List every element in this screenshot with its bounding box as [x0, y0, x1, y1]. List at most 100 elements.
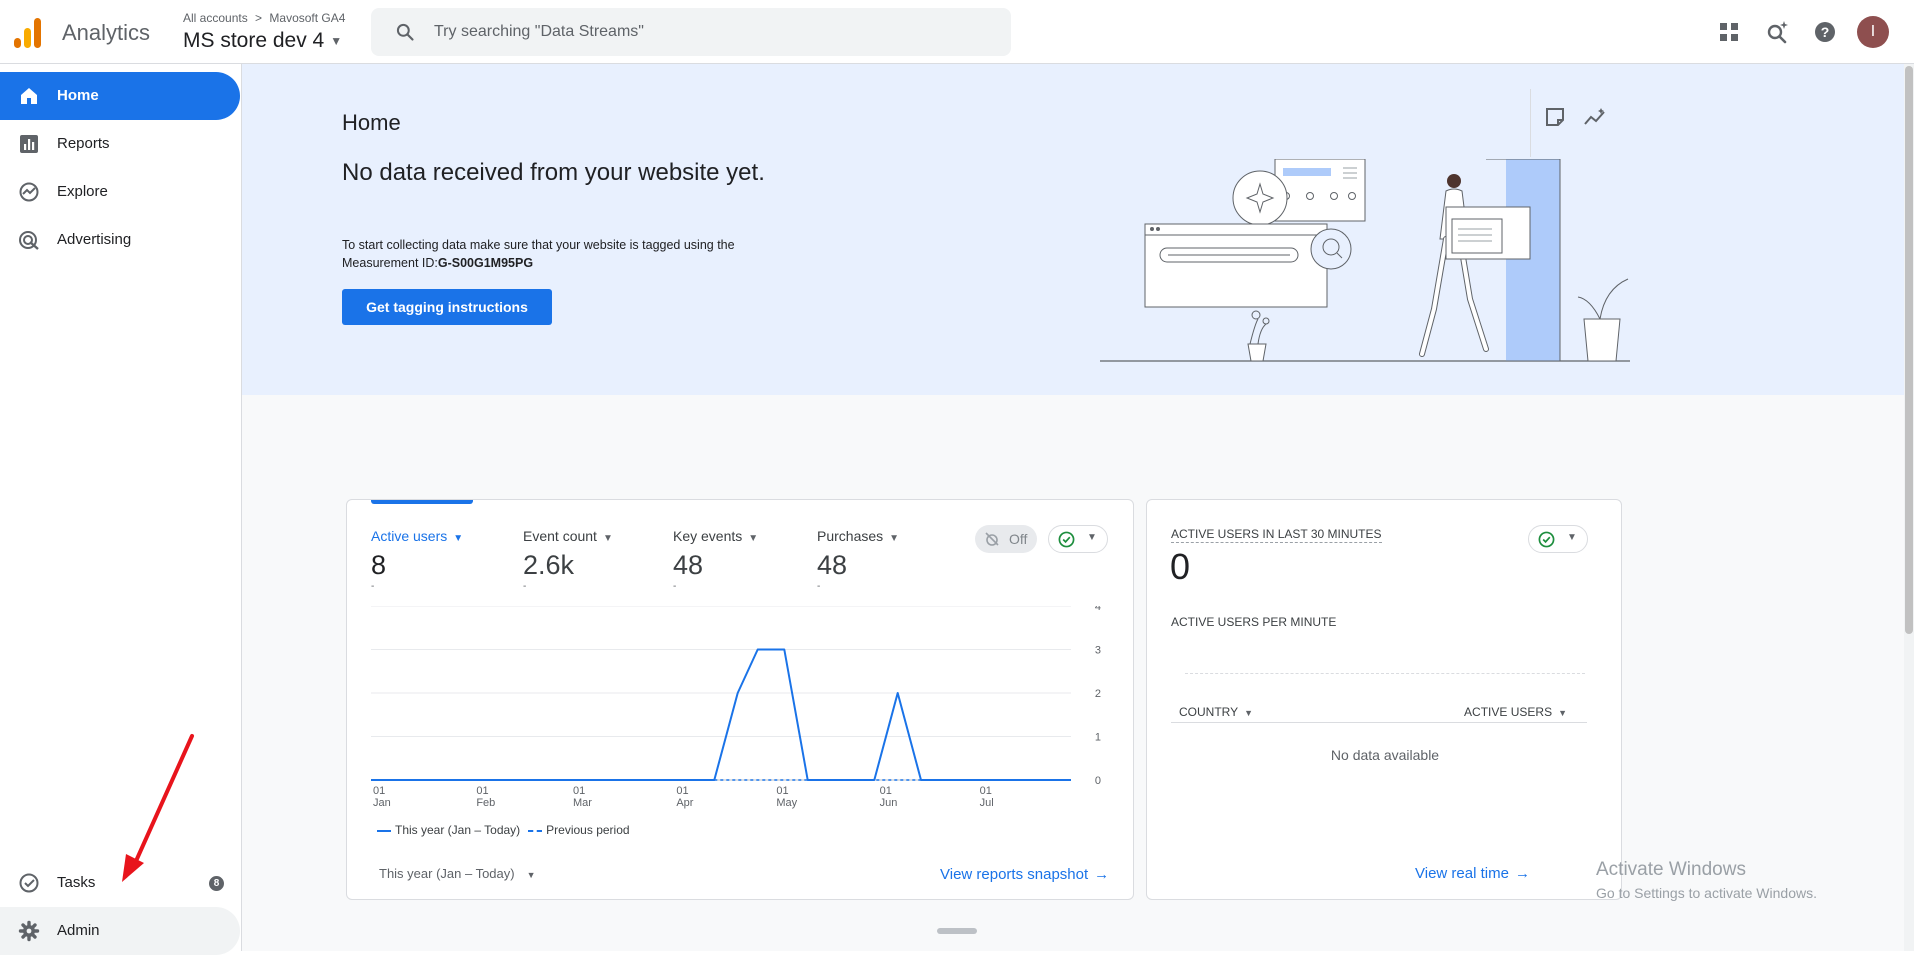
metric-tab-active-users[interactable]: Active users ▼ 8 - [371, 528, 463, 592]
analytics-logo[interactable] [14, 18, 42, 48]
banner-description-text: To start collecting data make sure that … [342, 238, 735, 270]
x-tick-label-month: Jun [880, 797, 898, 809]
sidebar-item-advertising[interactable]: Advertising [0, 216, 240, 264]
selected-tab-indicator [371, 500, 473, 504]
search-placeholder[interactable]: Try searching "Data Streams" [434, 23, 644, 41]
home-banner: Home No data received from your website … [242, 64, 1914, 395]
x-tick-label-month: May [776, 797, 797, 809]
metric-label: Active users [371, 528, 448, 544]
property-name: MS store dev 4 [183, 29, 325, 52]
sidebar-item-label: Home [57, 87, 99, 104]
realtime-title[interactable]: ACTIVE USERS IN LAST 30 MINUTES [1171, 527, 1382, 543]
toggle-label: Off [1009, 531, 1028, 547]
y-tick-label: 0 [1095, 775, 1101, 787]
legend-solid-line [377, 829, 391, 832]
empty-state-text: No data available [1330, 747, 1440, 763]
data-quality-dropdown[interactable]: ▼ [1528, 525, 1588, 553]
app-title: Analytics [62, 20, 151, 45]
sidebar-item-label: Reports [57, 135, 110, 152]
sidebar-item-label: Tasks [57, 874, 96, 891]
view-real-time-link[interactable]: View real time → [1415, 865, 1530, 882]
metric-delta: - [371, 581, 375, 592]
active-users-chart: 0123401Jan01Feb01Mar01Apr01May01Jun01Jul [371, 606, 1101, 809]
banner-headline: No data received from your website yet. [342, 159, 765, 186]
date-range-label: This year (Jan – Today) [379, 866, 515, 881]
reports-icon [20, 135, 38, 153]
caret-down-icon: ▼ [1244, 708, 1254, 718]
sidebar-item-label: Advertising [57, 231, 132, 248]
metric-label: Key events [673, 528, 743, 544]
x-tick-label-day: 01 [676, 785, 688, 797]
x-tick-label-month: Jan [373, 797, 391, 809]
annotation-arrow [122, 734, 194, 882]
breadcrumb-root[interactable]: All accounts [183, 11, 248, 25]
svg-text:?: ? [1821, 24, 1830, 40]
arrow-right-icon: → [1094, 866, 1110, 883]
watermark-line-1: Activate Windows [1596, 859, 1746, 880]
help-icon[interactable]: ? [1811, 18, 1839, 46]
tasks-count-badge: 8 [209, 876, 224, 891]
check-circle-icon [1058, 531, 1075, 548]
legend-previous: Previous period [546, 823, 630, 837]
apps-grid-icon[interactable] [1715, 18, 1743, 46]
caret-down-icon: ▼ [526, 870, 536, 880]
metric-label: Event count [523, 528, 597, 544]
x-tick-label-day: 01 [880, 785, 892, 797]
sidebar-item-reports[interactable]: Reports [0, 120, 240, 168]
drag-handle[interactable] [937, 928, 977, 934]
metric-delta: - [673, 581, 677, 592]
caret-down-icon: ▼ [889, 533, 900, 544]
top-bar: Analytics All accounts > Mavosoft GA4 MS… [0, 0, 1914, 64]
page-scrollbar[interactable] [1904, 64, 1914, 951]
metric-value: 48 [673, 550, 704, 580]
property-selector[interactable]: MS store dev 4 ▼ [183, 29, 342, 53]
x-tick-label-month: Mar [573, 797, 592, 809]
avatar[interactable]: I [1857, 16, 1889, 48]
gear-icon [18, 920, 40, 942]
data-quality-dropdown[interactable]: ▼ [1048, 525, 1108, 553]
get-tagging-instructions-button[interactable]: Get tagging instructions [342, 289, 552, 325]
metric-tab-key-events[interactable]: Key events ▼ 48 - [673, 528, 758, 592]
note-icon[interactable] [1544, 106, 1566, 128]
realtime-card: ACTIVE USERS IN LAST 30 MINUTES ▼ 0 ACTI… [1146, 499, 1622, 900]
activate-windows-watermark: Activate Windows Go to Settings to activ… [1596, 859, 1817, 901]
series-line-this-year [371, 648, 1071, 781]
link-label: View real time [1415, 865, 1509, 882]
divider [1530, 89, 1531, 157]
search-insights-icon[interactable] [1763, 18, 1791, 46]
metric-value: 2.6k [523, 550, 575, 580]
chart-legend: This year (Jan – Today) Previous period [377, 823, 630, 837]
scrollbar-thumb[interactable] [1905, 66, 1913, 634]
y-tick-label: 3 [1095, 645, 1101, 657]
metric-tab-event-count[interactable]: Event count ▼ 2.6k - [523, 528, 613, 592]
x-tick-label-day: 01 [476, 785, 488, 797]
metric-delta: - [523, 581, 527, 592]
home-icon [21, 88, 37, 104]
x-tick-label-month: Apr [676, 797, 693, 809]
column-header-active-users[interactable]: ACTIVE USERS ▼ [1464, 705, 1567, 719]
breadcrumb-account[interactable]: Mavosoft GA4 [269, 11, 345, 25]
metric-tab-purchases[interactable]: Purchases ▼ 48 - [817, 528, 899, 592]
watermark-line-2: Go to Settings to activate Windows. [1596, 885, 1817, 901]
measurement-id: G-S00G1M95PG [437, 256, 534, 270]
insights-icon[interactable] [1583, 106, 1607, 128]
search-bar[interactable]: Try searching "Data Streams" [371, 8, 1011, 56]
x-tick-label-month: Jul [980, 797, 994, 809]
view-reports-snapshot-link[interactable]: View reports snapshot → [940, 866, 1109, 883]
comparison-toggle[interactable]: Off [975, 525, 1037, 553]
explore-icon [19, 182, 39, 202]
sidebar-item-label: Admin [57, 922, 100, 939]
realtime-active-users-value: 0 [1170, 546, 1191, 587]
search-icon [396, 23, 414, 41]
date-range-selector[interactable]: This year (Jan – Today) ▼ [379, 866, 536, 881]
breadcrumb[interactable]: All accounts > Mavosoft GA4 [183, 11, 345, 25]
x-tick-label-day: 01 [373, 785, 385, 797]
chevron-right-icon: > [255, 11, 263, 25]
metric-value: 8 [371, 550, 387, 580]
sidebar-item-explore[interactable]: Explore [0, 168, 240, 216]
sidebar-item-admin[interactable]: Admin [0, 907, 240, 955]
x-tick-label-month: Feb [476, 797, 495, 809]
column-header-country[interactable]: COUNTRY ▼ [1179, 705, 1253, 719]
sidebar-item-home[interactable]: Home [0, 72, 240, 120]
x-tick-label-day: 01 [980, 785, 992, 797]
